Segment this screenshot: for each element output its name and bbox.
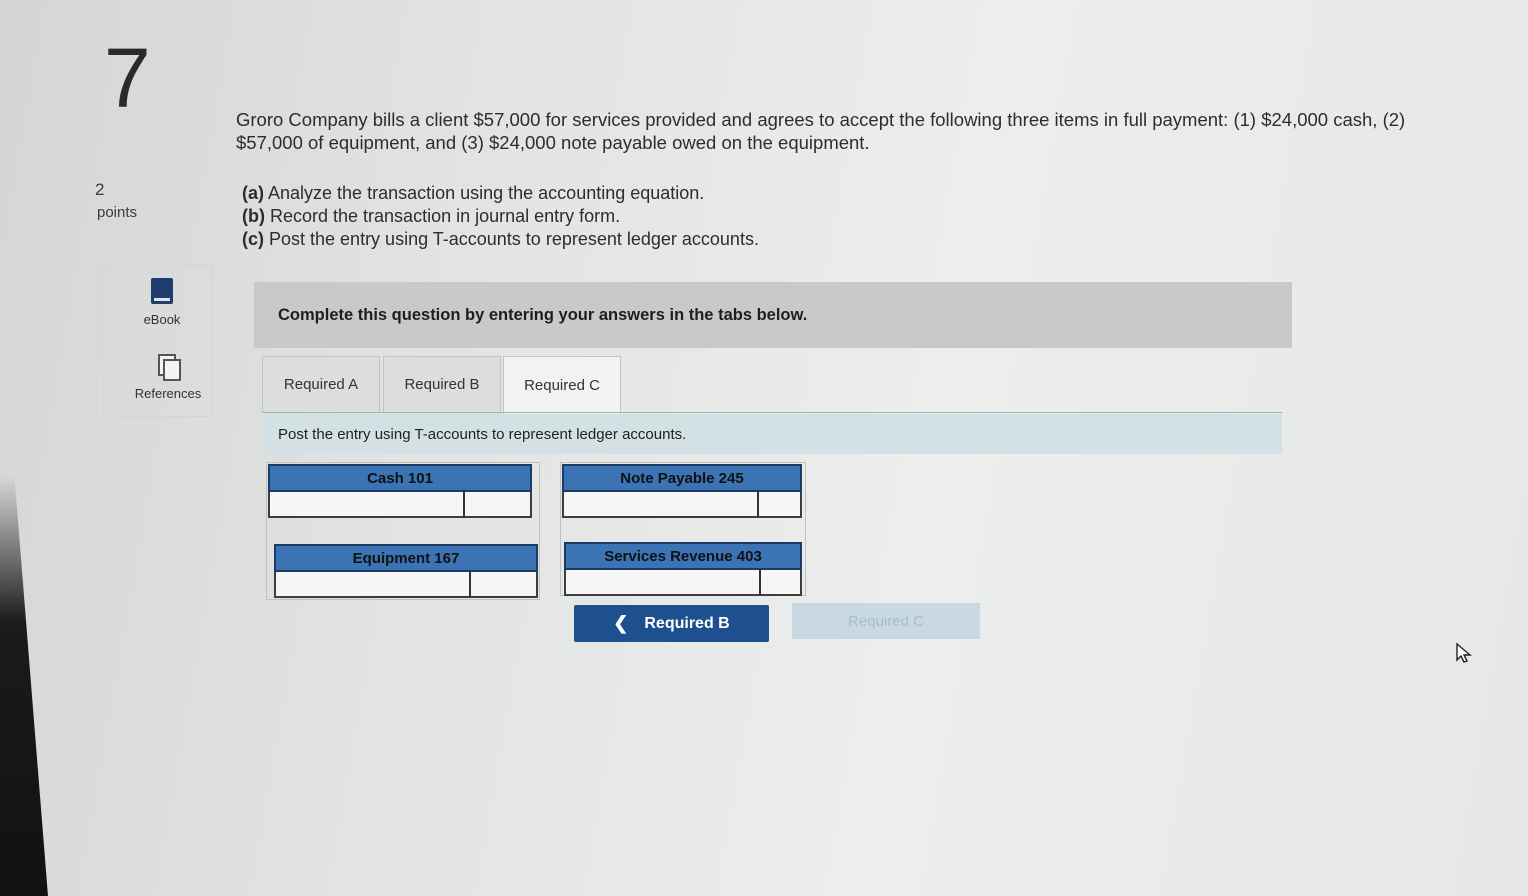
t-account-note-payable: Note Payable 245 xyxy=(562,464,952,518)
monitor-bezel xyxy=(0,476,48,896)
t-account-equipment: Equipment 167 xyxy=(274,544,664,598)
t-account-row xyxy=(564,570,954,596)
points-label: points xyxy=(97,204,138,221)
ebook-label: eBook xyxy=(143,312,181,327)
instruction-text: Post the entry using T-accounts to repre… xyxy=(278,425,687,443)
part-a: (a) Analyze the transaction using the ac… xyxy=(242,183,705,203)
chevron-left-icon: ❮ xyxy=(613,613,629,633)
t-account-title: Cash 101 xyxy=(268,464,532,492)
next-button-label: Required C xyxy=(848,612,924,630)
part-c: (c) Post the entry using T-accounts to r… xyxy=(242,229,759,249)
t-account-title: Note Payable 245 xyxy=(562,464,802,492)
debit-input[interactable] xyxy=(270,492,463,516)
tab-required-b[interactable]: Required B xyxy=(383,356,501,412)
t-account-title: Equipment 167 xyxy=(274,544,538,572)
banner-text: Complete this question by entering your … xyxy=(278,305,808,324)
t-account-row xyxy=(274,572,664,598)
previous-required-button[interactable]: ❮ Required B xyxy=(574,605,769,642)
credit-input[interactable] xyxy=(757,492,952,516)
references-button[interactable]: References xyxy=(118,354,218,401)
book-icon xyxy=(151,278,173,304)
documents-icon xyxy=(156,354,181,381)
instructions-banner: Complete this question by entering your … xyxy=(254,282,1292,348)
debit-input[interactable] xyxy=(564,492,757,516)
tab-required-a[interactable]: Required A xyxy=(262,356,380,412)
points-value: 2 xyxy=(95,180,105,199)
ebook-button[interactable]: eBook xyxy=(122,278,202,327)
tab-divider xyxy=(262,412,1282,413)
debit-input[interactable] xyxy=(276,572,469,596)
t-account-cash: Cash 101 xyxy=(268,464,658,518)
references-label: References xyxy=(134,386,202,401)
question-text: Groro Company bills a client $57,000 for… xyxy=(236,109,1406,153)
question-number: 7 xyxy=(104,31,151,125)
debit-input[interactable] xyxy=(566,570,759,594)
t-account-title: Services Revenue 403 xyxy=(564,542,802,570)
question-parts: (a) Analyze the transaction using the ac… xyxy=(242,182,759,251)
t-account-row xyxy=(562,492,952,518)
next-required-button[interactable]: Required C xyxy=(792,603,980,639)
previous-button-label: Required B xyxy=(644,614,730,632)
t-account-services-revenue: Services Revenue 403 xyxy=(564,542,954,596)
credit-input[interactable] xyxy=(759,570,954,594)
tab-required-c[interactable]: Required C xyxy=(503,356,621,414)
t-account-row xyxy=(268,492,658,518)
tab-instruction: Post the entry using T-accounts to repre… xyxy=(264,414,1282,454)
part-b: (b) Record the transaction in journal en… xyxy=(242,206,621,226)
mouse-pointer-icon xyxy=(1456,642,1472,663)
